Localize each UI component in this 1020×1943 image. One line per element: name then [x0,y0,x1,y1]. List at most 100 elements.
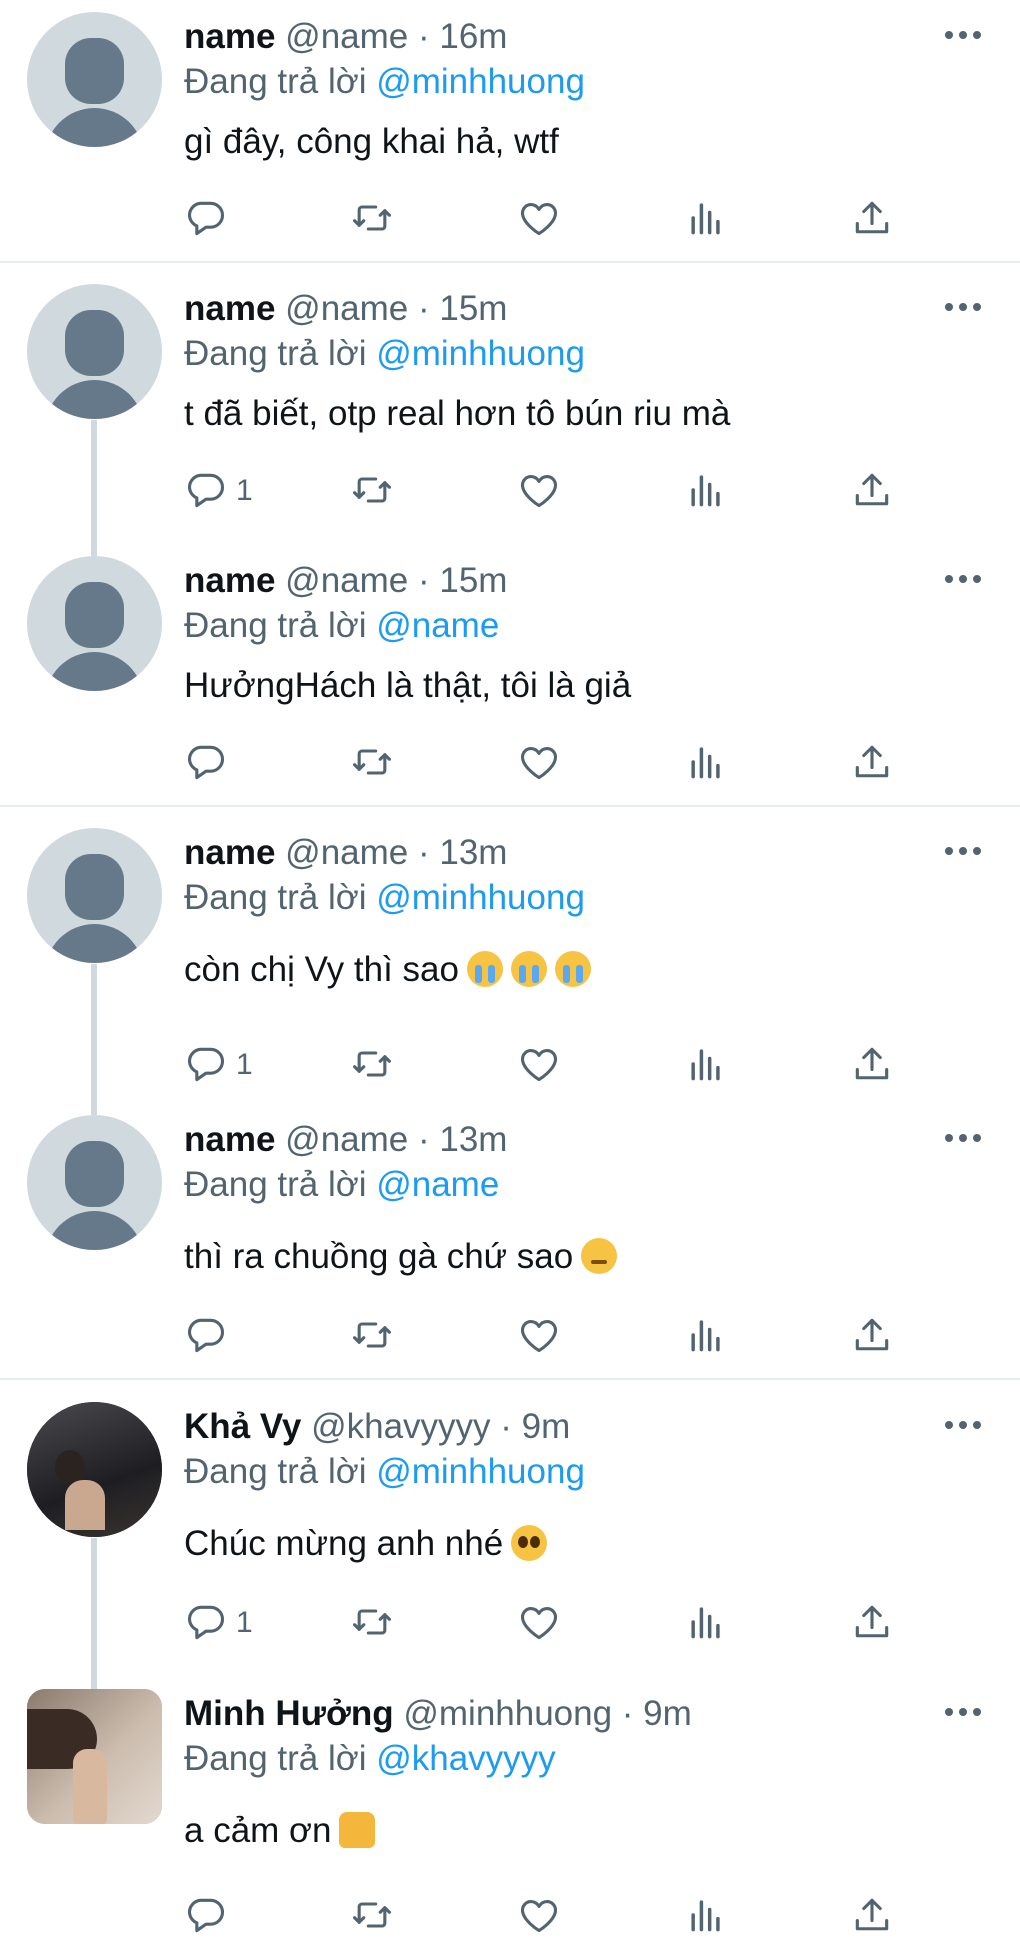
views-button[interactable] [684,468,728,518]
reply-button[interactable]: 1 [184,1600,253,1650]
retweet-button[interactable] [350,196,394,246]
retweet-button[interactable] [350,1893,394,1943]
like-icon [517,740,561,784]
reply-icon [184,1600,228,1644]
crying-emoji-icon [554,951,591,987]
more-icon[interactable] [945,1131,985,1145]
default-avatar[interactable] [27,1115,162,1250]
mention-link[interactable]: @minhhuong [376,1452,585,1491]
reply-prefix: Đang trả lời [184,878,367,917]
more-icon[interactable] [945,300,985,314]
like-button[interactable] [517,1893,561,1943]
display-name[interactable]: name [184,833,275,872]
display-name[interactable]: Khả Vy [184,1407,301,1446]
more-icon[interactable] [945,1418,985,1432]
reply-button[interactable] [184,1893,228,1943]
share-button[interactable] [850,740,894,790]
retweet-button[interactable] [350,1600,394,1650]
mention-link[interactable]: @minhhuong [376,334,585,373]
display-name[interactable]: name [184,17,275,56]
retweet-icon [350,740,394,784]
like-button[interactable] [517,1600,561,1650]
views-button[interactable] [684,1600,728,1650]
default-avatar[interactable] [27,284,162,419]
action-bar: 1 [184,1042,904,1092]
action-bar [184,1893,904,1943]
reply-count: 1 [236,1048,253,1081]
reply-button[interactable] [184,196,228,246]
mention-link[interactable]: @minhhuong [376,878,585,917]
tweet[interactable]: name @name · 15m Đang trả lời @name Hưởn… [0,544,1020,806]
reply-button[interactable]: 1 [184,1042,253,1092]
share-icon [850,468,894,512]
share-button[interactable] [850,468,894,518]
share-button[interactable] [850,1893,894,1943]
mention-link[interactable]: @name [376,606,499,645]
reply-prefix: Đang trả lời [184,1165,367,1204]
views-button[interactable] [684,740,728,790]
like-icon [517,1600,561,1644]
profile-photo-avatar[interactable] [27,1689,162,1824]
views-button[interactable] [684,1042,728,1092]
mention-link[interactable]: @name [376,1165,499,1204]
handle-time: @khavyyyy · 9m [311,1407,571,1446]
reply-button[interactable] [184,1313,228,1363]
tweet[interactable]: name @name · 13m Đang trả lời @minhhuong… [0,816,1020,1103]
replying-to: Đang trả lời @minhhuong [184,1452,585,1492]
share-button[interactable] [850,196,894,246]
like-button[interactable] [517,1042,561,1092]
tweet-header: name @name · 13m [184,833,507,873]
retweet-button[interactable] [350,468,394,518]
share-icon [850,740,894,784]
like-button[interactable] [517,740,561,790]
default-avatar[interactable] [27,556,162,691]
share-button[interactable] [850,1313,894,1363]
more-icon[interactable] [945,28,985,42]
more-icon[interactable] [945,572,985,586]
like-button[interactable] [517,468,561,518]
display-name[interactable]: name [184,289,275,328]
profile-photo-avatar[interactable] [27,1402,162,1537]
like-button[interactable] [517,196,561,246]
reply-prefix: Đang trả lời [184,606,367,645]
reply-button[interactable]: 1 [184,468,253,518]
divider [0,805,1020,807]
views-button[interactable] [684,1893,728,1943]
tweet[interactable]: name @name · 15m Đang trả lời @minhhuong… [0,272,1020,544]
tweet[interactable]: name @name · 13m Đang trả lời @name thì … [0,1103,1020,1380]
replying-to: Đang trả lời @khavyyyy [184,1739,556,1779]
mention-link[interactable]: @minhhuong [376,62,585,101]
retweet-icon [350,468,394,512]
display-name[interactable]: name [184,1120,275,1159]
retweet-button[interactable] [350,1042,394,1092]
like-icon [517,1313,561,1357]
share-icon [850,196,894,240]
more-icon[interactable] [945,844,985,858]
default-avatar[interactable] [27,12,162,147]
share-button[interactable] [850,1042,894,1092]
handle-time: @name · 13m [285,833,508,872]
views-icon [684,1313,728,1357]
reply-count: 1 [236,474,253,507]
display-name[interactable]: Minh Hưởng [184,1694,394,1733]
divider [0,261,1020,263]
share-button[interactable] [850,1600,894,1650]
display-name[interactable]: name [184,561,275,600]
tweet-header: name @name · 15m [184,561,507,601]
mention-link[interactable]: @khavyyyy [376,1739,555,1778]
reply-button[interactable] [184,740,228,790]
views-button[interactable] [684,1313,728,1363]
retweet-icon [350,1042,394,1086]
more-icon[interactable] [945,1705,985,1719]
tweet[interactable]: name @name · 16m Đang trả lời @minhhuong… [0,0,1020,262]
tweet-text: thì ra chuồng gà chứ sao [184,1237,574,1276]
reply-icon [184,1313,228,1357]
default-avatar[interactable] [27,828,162,963]
share-icon [850,1893,894,1937]
retweet-button[interactable] [350,1313,394,1363]
tweet[interactable]: Khả Vy @khavyyyy · 9m Đang trả lời @minh… [0,1390,1020,1677]
like-button[interactable] [517,1313,561,1363]
views-button[interactable] [684,196,728,246]
tweet[interactable]: Minh Hưởng @minhhuong · 9m Đang trả lời … [0,1677,1020,1920]
retweet-button[interactable] [350,740,394,790]
